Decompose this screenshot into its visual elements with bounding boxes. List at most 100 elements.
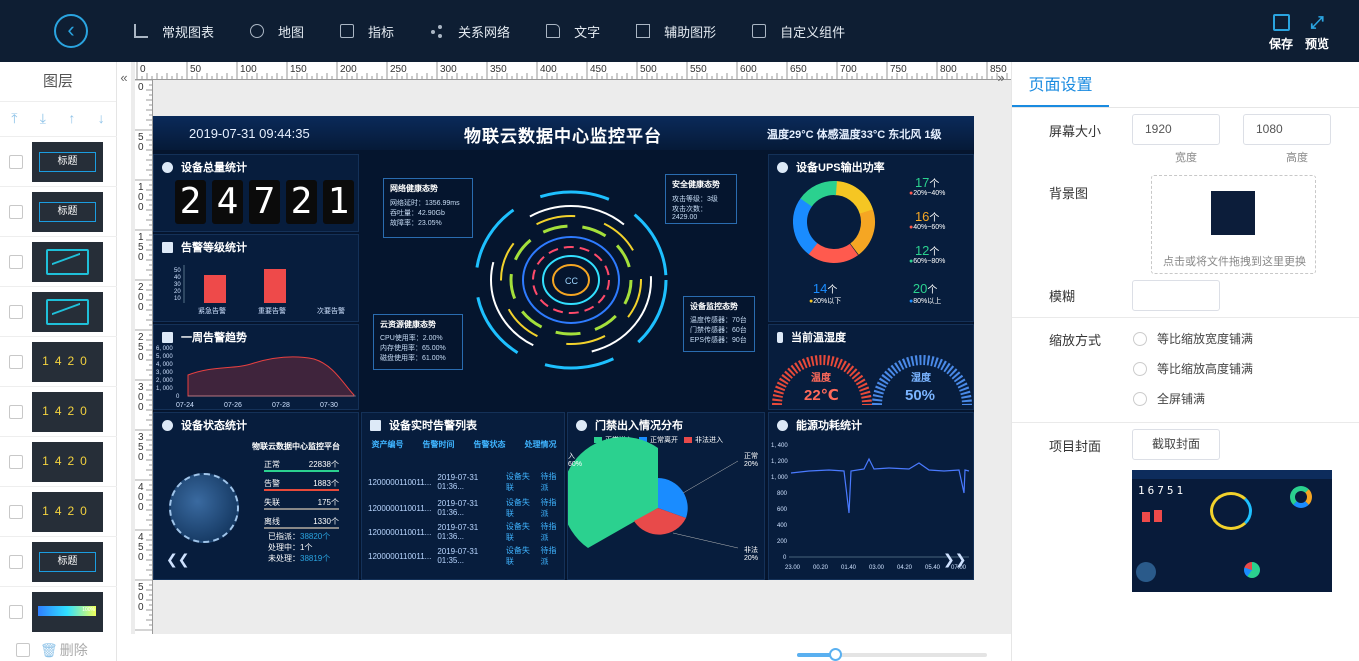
dashboard-datetime: 2019-07-31 09:44:35 [189, 126, 310, 141]
menu-custom-component[interactable]: 自定义组件 [752, 22, 845, 41]
menu-aux-shapes[interactable]: 辅助图形 [636, 22, 716, 41]
status-list: 正常 22838个 告警 1883个 失联 175个 离线 1330个 [264, 459, 339, 535]
menu-label: 辅助图形 [664, 24, 717, 40]
energy-panel[interactable]: 能源功耗统计 1, 400 1, 200 1, 000 800 600 400 … [768, 412, 974, 580]
x-tick: 07-28 [272, 402, 290, 409]
y-tick: 1, 400 [771, 443, 788, 449]
menu-network[interactable]: 关系网络 [430, 22, 510, 41]
metric-icon [340, 24, 355, 38]
layer-item[interactable]: 1420 [0, 386, 117, 436]
ruler-label: 300 [138, 382, 144, 413]
scale-option[interactable]: 全屏铺满 [1133, 390, 1205, 407]
menu-regular-charts[interactable]: 常规图表 [134, 22, 214, 41]
project-cover-image: 16751 [1132, 470, 1332, 592]
handling-label: 未处理： [268, 554, 300, 563]
status-label: 正常 [264, 460, 280, 469]
globe-icon [250, 24, 265, 38]
layer-checkbox[interactable] [9, 304, 23, 319]
blur-input[interactable] [1132, 280, 1220, 311]
menu-text[interactable]: 文字 [546, 22, 600, 41]
svg-text:0: 0 [138, 402, 144, 413]
panel-title: 设备UPS输出功率 [777, 159, 885, 175]
handling-label: 已指派： [268, 532, 300, 541]
move-bottom-icon[interactable]: ⤓ [40, 110, 46, 127]
x-tick: 07-26 [224, 402, 242, 409]
layer-thumbnail: 1420 [32, 391, 103, 432]
y-tick: 5, 000 [156, 354, 173, 360]
panel-title-text: 设备UPS输出功率 [796, 162, 885, 174]
svg-text:0: 0 [138, 302, 144, 313]
temp-value: 22℃ [804, 387, 839, 404]
week-trend-panel[interactable]: 一周告警趋势 6, 000 5, 000 4, 000 3, 000 2, 00… [153, 324, 359, 410]
layer-item[interactable]: 标题 [0, 536, 117, 586]
layer-item[interactable]: 100% [0, 586, 117, 636]
layer-checkbox[interactable] [9, 604, 23, 619]
layer-checkbox[interactable] [9, 404, 23, 419]
save-button[interactable]: 保存 [1267, 14, 1295, 52]
layer-item[interactable]: 1420 [0, 436, 117, 486]
width-input[interactable]: 1920 [1132, 114, 1220, 145]
list-icon [370, 419, 381, 431]
trash-icon[interactable]: 🗑 [40, 642, 58, 659]
y-tick: 600 [777, 507, 788, 513]
svg-text:0: 0 [138, 142, 144, 153]
menu-label: 关系网络 [458, 24, 511, 40]
layer-checkbox[interactable] [9, 254, 23, 269]
prev-arrow-icon[interactable]: ❮❮ [166, 551, 189, 568]
radio-button[interactable] [1133, 391, 1147, 406]
alarm-level-panel[interactable]: 告警等级统计 50 40 30 20 10 紧急告警 重要告警 次要告警 [153, 234, 359, 322]
ups-panel[interactable]: 设备UPS输出功率 17个 ●20%~40% 16个 ●40%~60% 12个 ●60… [768, 154, 974, 322]
realtime-alarm-panel[interactable]: 设备实时告警列表 资产编号 告警时间 告警状态 处理情况 12000001100… [361, 412, 565, 580]
zoom-slider-handle[interactable] [829, 648, 842, 661]
layer-checkbox[interactable] [9, 204, 23, 219]
tab-page-settings[interactable]: 页面设置 [1012, 62, 1109, 107]
layer-item[interactable]: 标题 [0, 136, 117, 186]
menu-metric[interactable]: 指标 [340, 22, 394, 41]
layer-item[interactable]: 1420 [0, 486, 117, 536]
menu-map[interactable]: 地图 [250, 22, 304, 41]
background-upload[interactable]: 点击或将文件拖拽到这里更换 [1151, 175, 1316, 274]
ruler-label: 150 [290, 64, 307, 75]
next-arrow-icon[interactable]: ❯❯ [943, 551, 966, 568]
table-row: 1200000110011... 2019-07-31 01:36... 设备失联待… [362, 497, 562, 519]
move-down-icon[interactable]: ↓ [98, 110, 105, 126]
height-input[interactable]: 1080 [1243, 114, 1331, 145]
select-all-checkbox[interactable] [16, 643, 30, 657]
device-status-panel[interactable]: 设备状态统计 物联云数据中心监控平台 正常 22838个 告警 1883个 失联 17… [153, 412, 359, 580]
delete-button[interactable]: 删除 [60, 640, 88, 660]
collapse-right-icon[interactable]: » [994, 70, 1008, 88]
dashboard-canvas[interactable]: 2019-07-31 09:44:35 物联云数据中心监控平台 温度29°C 体… [153, 116, 974, 580]
door-access-panel[interactable]: 门禁出入情况分布 正常进入 正常离开 非法进入 入 60% 正常 20% 非法 … [567, 412, 765, 580]
layer-checkbox[interactable] [9, 454, 23, 469]
ruler-label: 300 [440, 64, 457, 75]
horizontal-ruler: 0 50 100 150 200 250 300 350 400 450 500 550 600 650 7… [135, 62, 1011, 80]
status-label: 离线 [264, 517, 280, 526]
radio-button[interactable] [1133, 331, 1147, 346]
status-value: 1330个 [313, 517, 339, 526]
scale-option[interactable]: 等比缩放宽度铺满 [1133, 330, 1253, 347]
move-up-icon[interactable]: ↑ [68, 110, 75, 126]
scale-option[interactable]: 等比缩放高度铺满 [1133, 360, 1253, 377]
ruler-label: 0 [138, 82, 144, 93]
back-button[interactable]: ‹ [54, 14, 88, 48]
layer-item[interactable] [0, 286, 117, 336]
temperature-panel[interactable]: 当前温湿度 温度 22℃ 湿度 50% [768, 324, 974, 410]
layer-item[interactable] [0, 236, 117, 286]
y-tick: 10 [174, 296, 181, 302]
preview-button[interactable]: ⤢ 预览 [1302, 14, 1332, 52]
layer-item[interactable]: 标题 [0, 186, 117, 236]
layer-checkbox[interactable] [9, 554, 23, 569]
status-item: 正常 22838个 [264, 459, 339, 472]
zoom-slider[interactable] [797, 648, 987, 661]
radio-button[interactable] [1133, 361, 1147, 376]
capture-cover-button[interactable]: 截取封面 [1132, 429, 1220, 460]
blur-label: 模糊 [1049, 289, 1076, 304]
layer-checkbox[interactable] [9, 354, 23, 369]
layer-item[interactable]: 1420 [0, 336, 117, 386]
move-top-icon[interactable]: ⤒ [11, 110, 17, 127]
menu-label: 常规图表 [162, 24, 215, 40]
layer-checkbox[interactable] [9, 504, 23, 519]
collapse-left-icon[interactable]: « [117, 70, 131, 88]
layer-checkbox[interactable] [9, 154, 23, 169]
handling-label: 处理中： [268, 543, 300, 552]
